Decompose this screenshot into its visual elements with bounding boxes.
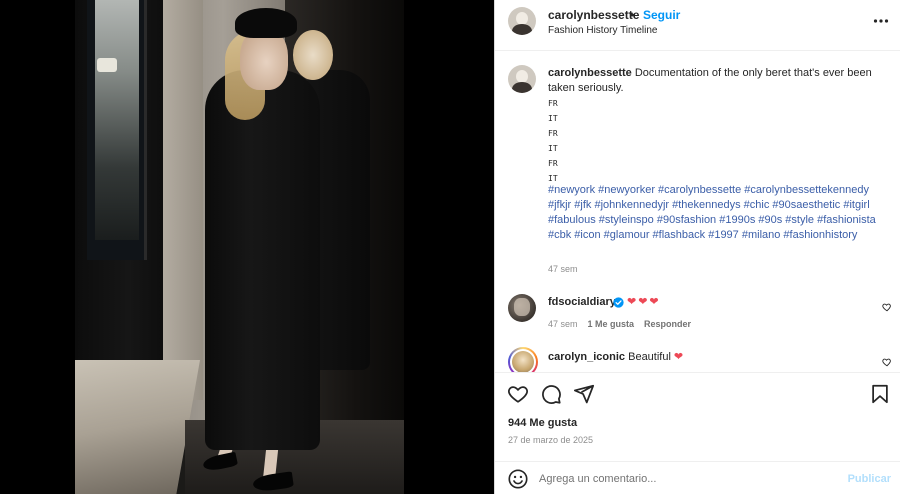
comments-section[interactable]: carolynbessette Documentation of the onl… xyxy=(495,52,900,372)
caption-username[interactable]: carolynbessette xyxy=(548,67,632,79)
photo-beret xyxy=(235,8,297,38)
caption-hashtags[interactable]: #newyork #newyorker #carolynbessette #ca… xyxy=(548,183,883,243)
post-photo[interactable] xyxy=(75,0,404,494)
photo-step xyxy=(75,360,200,494)
caption-line: IT xyxy=(548,114,558,123)
heart-icon[interactable] xyxy=(507,383,529,405)
comment-username[interactable]: carolyn_iconic xyxy=(548,351,625,363)
verified-icon xyxy=(613,297,624,308)
avatar[interactable] xyxy=(508,7,536,35)
header-username[interactable]: carolynbessette xyxy=(548,8,639,22)
comment-timestamp[interactable]: 47 sem xyxy=(548,319,578,329)
caption-line: IT xyxy=(548,144,558,153)
comment-icon[interactable] xyxy=(540,383,562,405)
caption-avatar[interactable] xyxy=(508,65,536,93)
more-icon[interactable] xyxy=(873,13,889,29)
post-date[interactable]: 27 de marzo de 2025 xyxy=(508,435,593,445)
comment-text: carolyn_iconic Beautiful ❤ xyxy=(548,350,683,363)
photo-window-glass xyxy=(95,0,139,240)
share-icon[interactable] xyxy=(573,383,595,405)
comment-meta: 47 sem 1 Me gusta Responder xyxy=(548,319,691,329)
separator-dot: • xyxy=(630,8,635,22)
add-comment-bar: Publicar xyxy=(495,461,900,494)
comment-heart-emoji: ❤ xyxy=(673,351,684,363)
comment-like-icon[interactable] xyxy=(882,357,892,367)
header-subtitle[interactable]: Fashion History Timeline xyxy=(548,25,657,36)
photo-pane xyxy=(0,0,494,494)
reply-button[interactable]: Responder xyxy=(644,319,691,329)
comment-like-icon[interactable] xyxy=(882,302,892,312)
comment-likes-count[interactable]: 1 Me gusta xyxy=(588,319,635,329)
photo-black-coat xyxy=(205,70,320,450)
photo-stone-column xyxy=(163,0,203,400)
caption-line: FR xyxy=(548,129,558,138)
photo-second-head xyxy=(293,30,333,80)
post-actions: 944 Me gusta 27 de marzo de 2025 xyxy=(495,372,900,457)
emoji-icon[interactable] xyxy=(507,468,529,490)
comment-body: Beautiful xyxy=(628,351,671,363)
post-header: carolynbessette • Seguir Fashion History… xyxy=(495,0,900,51)
comment-hearts: ❤❤❤ xyxy=(627,296,661,308)
comment-input[interactable] xyxy=(539,468,839,490)
caption-line: FR xyxy=(548,99,558,108)
post-modal: carolynbessette • Seguir Fashion History… xyxy=(0,0,900,494)
follow-button[interactable]: Seguir xyxy=(643,8,680,22)
caption: carolynbessette Documentation of the onl… xyxy=(548,66,878,96)
bookmark-icon[interactable] xyxy=(869,383,891,405)
photo-lamp xyxy=(97,58,117,72)
caption-lines: FR IT FR IT FR IT xyxy=(548,96,558,186)
comment-avatar[interactable] xyxy=(508,294,536,322)
publish-button[interactable]: Publicar xyxy=(848,473,891,485)
comment-username[interactable]: fdsocialdiary xyxy=(548,296,616,308)
comment-avatar-story[interactable] xyxy=(508,347,538,372)
likes-count[interactable]: 944 Me gusta xyxy=(508,417,577,429)
post-side-panel: carolynbessette • Seguir Fashion History… xyxy=(494,0,900,494)
caption-timestamp[interactable]: 47 sem xyxy=(548,264,578,274)
caption-line: FR xyxy=(548,159,558,168)
